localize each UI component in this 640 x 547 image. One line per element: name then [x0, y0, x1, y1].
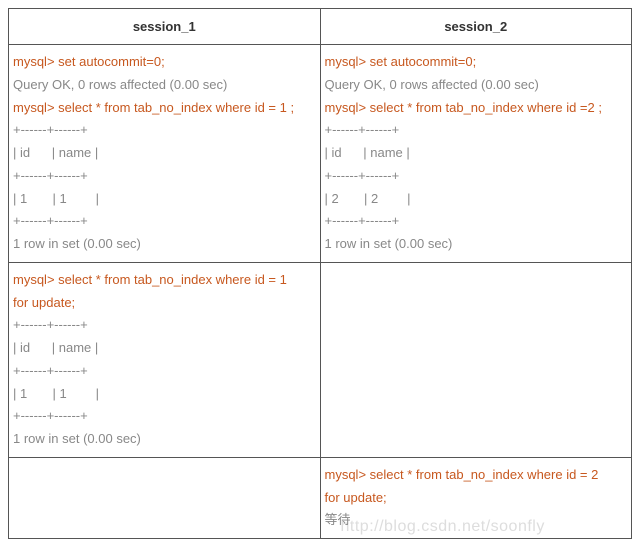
sql-output: +------+------+: [13, 314, 316, 337]
sql-output: +------+------+: [13, 119, 316, 142]
sql-output: +------+------+: [325, 210, 628, 233]
sql-output: +------+------+: [13, 360, 316, 383]
sql-output: Query OK, 0 rows affected (0.00 sec): [13, 74, 316, 97]
sql-command: mysql> select * from tab_no_index where …: [13, 97, 316, 120]
sql-output: | 1 | 1 |: [13, 383, 316, 406]
session-1-cell: [9, 457, 321, 538]
sql-output: | id | name |: [13, 337, 316, 360]
sql-output: | id | name |: [325, 142, 628, 165]
session-2-cell: [320, 262, 632, 457]
sql-output: 1 row in set (0.00 sec): [13, 428, 316, 451]
sql-output: | id | name |: [13, 142, 316, 165]
sql-output: 等待: [325, 509, 628, 532]
sql-command: mysql> select * from tab_no_index where …: [13, 269, 316, 292]
table-row: mysql> select * from tab_no_index where …: [9, 262, 632, 457]
sql-output: 1 row in set (0.00 sec): [13, 233, 316, 256]
header-row: session_1 session_2: [9, 9, 632, 45]
session-2-cell: mysql> set autocommit=0;Query OK, 0 rows…: [320, 45, 632, 263]
session-1-cell: mysql> set autocommit=0;Query OK, 0 rows…: [9, 45, 321, 263]
sql-command: mysql> select * from tab_no_index where …: [325, 464, 628, 487]
sql-output: | 1 | 1 |: [13, 188, 316, 211]
sql-output: +------+------+: [13, 165, 316, 188]
sql-command: mysql> select * from tab_no_index where …: [325, 97, 628, 120]
session-2-cell: mysql> select * from tab_no_index where …: [320, 457, 632, 538]
sql-output: +------+------+: [13, 210, 316, 233]
table-row: mysql> select * from tab_no_index where …: [9, 457, 632, 538]
session-1-cell: mysql> select * from tab_no_index where …: [9, 262, 321, 457]
table-row: mysql> set autocommit=0;Query OK, 0 rows…: [9, 45, 632, 263]
sql-output: | 2 | 2 |: [325, 188, 628, 211]
sql-output: Query OK, 0 rows affected (0.00 sec): [325, 74, 628, 97]
sql-output: +------+------+: [325, 165, 628, 188]
session-table: session_1 session_2 mysql> set autocommi…: [8, 8, 632, 539]
sql-command: mysql> set autocommit=0;: [13, 51, 316, 74]
sql-output: +------+------+: [13, 405, 316, 428]
header-session-1: session_1: [9, 9, 321, 45]
sql-output: 1 row in set (0.00 sec): [325, 233, 628, 256]
header-session-2: session_2: [320, 9, 632, 45]
sql-output: +------+------+: [325, 119, 628, 142]
sql-command: for update;: [13, 292, 316, 315]
sql-command: for update;: [325, 487, 628, 510]
sql-command: mysql> set autocommit=0;: [325, 51, 628, 74]
